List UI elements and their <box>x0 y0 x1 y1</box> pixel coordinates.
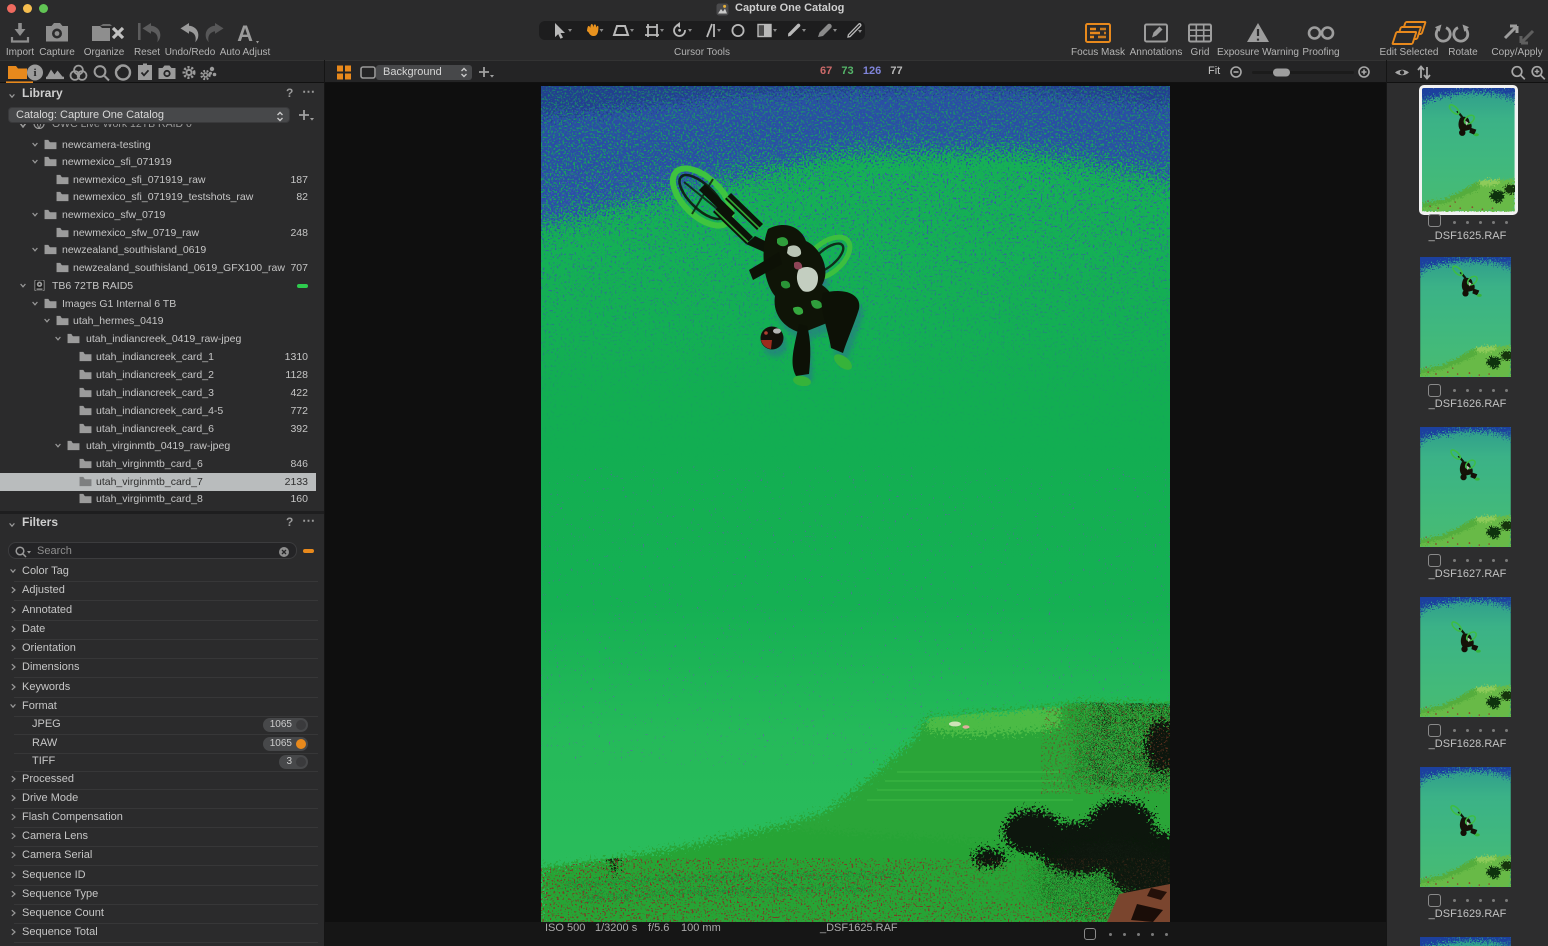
svg-text:i: i <box>33 67 36 79</box>
svg-text:A: A <box>237 22 253 46</box>
